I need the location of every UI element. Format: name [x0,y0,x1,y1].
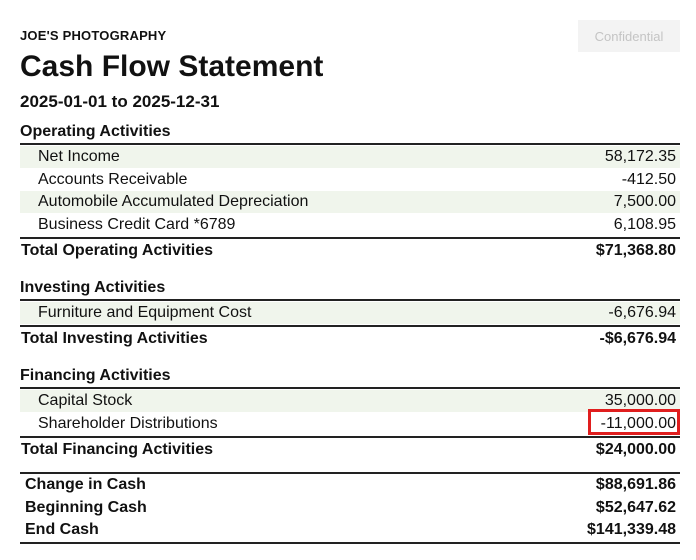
total-row-operating: Total Operating Activities $71,368.80 [20,237,680,263]
total-label: Total Financing Activities [21,441,214,458]
confidential-button[interactable]: Confidential [578,20,680,52]
summary-value: $52,647.62 [595,498,676,516]
table-row: Net Income 58,172.35 [20,146,680,168]
row-label: Net Income [38,148,120,165]
row-label: Furniture and Equipment Cost [38,304,252,321]
table-row: Accounts Receivable -412.50 [20,169,680,191]
row-value: 7,500.00 [613,193,676,210]
summary-value: $88,691.86 [595,476,676,493]
row-value: 6,108.95 [613,215,676,233]
summary-row-beginning-cash: Beginning Cash $52,647.62 [20,497,680,520]
table-row: Furniture and Equipment Cost -6,676.94 [20,302,680,324]
row-label: Business Credit Card *6789 [38,215,236,233]
row-label: Capital Stock [38,392,133,409]
section-heading-financing: Financing Activities [20,366,680,389]
date-range: 2025-01-01 to 2025-12-31 [20,92,220,111]
summary-label: Change in Cash [25,476,146,493]
summary-label: End Cash [25,521,99,538]
total-row-financing: Total Financing Activities $24,000.00 [20,436,680,462]
table-row: Business Credit Card *6789 6,108.95 [20,214,680,236]
total-label: Total Investing Activities [21,330,208,347]
summary-label: Beginning Cash [25,498,147,516]
summary-row-change-in-cash: Change in Cash $88,691.86 [20,474,680,497]
summary-value: $141,339.48 [587,521,676,538]
section-heading-investing: Investing Activities [20,278,680,301]
company-name: JOE'S PHOTOGRAPHY [20,28,167,43]
page-title: Cash Flow Statement [20,50,324,83]
row-label: Accounts Receivable [38,170,188,188]
row-value: -412.50 [621,170,676,188]
row-value: 58,172.35 [604,148,676,165]
row-label: Shareholder Distributions [38,414,218,432]
row-label: Automobile Accumulated Depreciation [38,193,309,210]
row-value: -6,676.94 [608,304,676,321]
table-row: Capital Stock 35,000.00 [20,390,680,412]
total-value: -$6,676.94 [599,330,676,347]
cash-summary: Change in Cash $88,691.86 Beginning Cash… [20,472,680,544]
table-row: Automobile Accumulated Depreciation 7,50… [20,191,680,213]
total-label: Total Operating Activities [21,242,214,259]
section-heading-operating: Operating Activities [20,122,680,145]
total-value: $24,000.00 [595,441,676,458]
table-row: Shareholder Distributions -11,000.00 [20,413,680,435]
summary-row-end-cash: End Cash $141,339.48 [20,519,680,542]
highlight-box [588,409,680,435]
total-value: $71,368.80 [595,242,676,259]
total-row-investing: Total Investing Activities -$6,676.94 [20,325,680,351]
